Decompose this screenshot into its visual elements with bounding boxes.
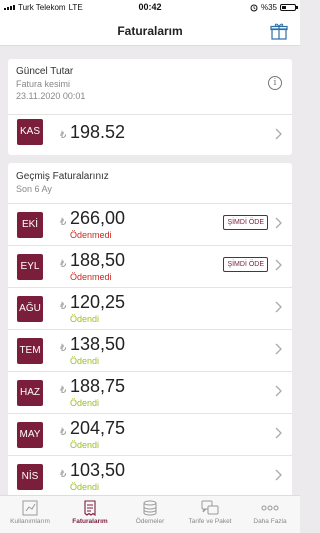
tab-bar: Kullanımlarım Faturalarım Ödemeler Tarif… bbox=[0, 495, 300, 533]
current-bill-subtitle: Fatura kesimi bbox=[16, 79, 71, 89]
battery-icon bbox=[280, 4, 298, 11]
chevron-right-icon bbox=[275, 427, 282, 439]
bill-amount: 138,50 bbox=[70, 334, 126, 354]
past-bills-list: EKİ ₺ 266,00 Ödenmedi ŞİMDİ ÖDE EYL ₺ 18… bbox=[8, 203, 292, 497]
bill-amount: 204,75 bbox=[70, 418, 126, 438]
bill-row-5[interactable]: MAY ₺ 204,75 Ödendi bbox=[8, 413, 292, 455]
past-bills-card: Geçmiş Faturalarınız Son 6 Ay EKİ ₺ 266,… bbox=[8, 163, 292, 503]
chevron-right-icon bbox=[275, 469, 282, 481]
page-title: Faturalarım bbox=[117, 24, 183, 38]
bill-status: Ödendi bbox=[70, 314, 100, 324]
chevron-right-icon bbox=[275, 385, 282, 397]
chevron-right-icon bbox=[275, 217, 282, 229]
current-bill-row[interactable]: KAS ₺ 198.52 bbox=[8, 114, 292, 148]
tab-usage[interactable]: Kullanımlarım bbox=[0, 496, 60, 533]
tab-label: Kullanımlarım bbox=[10, 518, 50, 525]
bill-row-6[interactable]: NİS ₺ 103,50 Ödendi bbox=[8, 455, 292, 497]
nav-bar: Faturalarım bbox=[0, 16, 300, 46]
current-bill-heading: Güncel Tutar bbox=[16, 66, 74, 77]
alarm-icon bbox=[250, 4, 258, 11]
tab-label: Tarife ve Paket bbox=[188, 518, 232, 525]
month-badge: EYL bbox=[17, 254, 43, 280]
bill-row-1[interactable]: EYL ₺ 188,50 Ödenmedi ŞİMDİ ÖDE bbox=[8, 245, 292, 287]
chevron-right-icon bbox=[275, 128, 282, 140]
bill-amount: 188,50 bbox=[70, 250, 126, 270]
bill-row-2[interactable]: AĞU ₺ 120,25 Ödendi bbox=[8, 287, 292, 329]
coins-icon bbox=[143, 500, 157, 516]
bill-status: Ödendi bbox=[70, 398, 100, 408]
chevron-right-icon bbox=[275, 343, 282, 355]
month-badge: TEM bbox=[17, 338, 43, 364]
currency-symbol: ₺ bbox=[60, 385, 67, 396]
status-bar: Turk Telekom LTE 00:42 %35 bbox=[0, 0, 300, 16]
month-badge: KAS bbox=[17, 119, 43, 145]
bill-status: Ödendi bbox=[70, 356, 100, 366]
bill-status: Ödendi bbox=[70, 440, 100, 450]
bill-row-3[interactable]: TEM ₺ 138,50 Ödendi bbox=[8, 329, 292, 371]
bill-status: Ödenmedi bbox=[70, 230, 112, 240]
month-badge: AĞU bbox=[17, 296, 43, 322]
bill-status: Ödendi bbox=[70, 482, 100, 492]
bill-row-0[interactable]: EKİ ₺ 266,00 Ödenmedi ŞİMDİ ÖDE bbox=[8, 203, 292, 245]
currency-symbol: ₺ bbox=[60, 427, 67, 438]
month-badge: HAZ bbox=[17, 380, 43, 406]
bill-amount: 103,50 bbox=[70, 460, 126, 480]
tab-more[interactable]: Daha Fazla bbox=[240, 496, 300, 533]
bill-amount: 188,75 bbox=[70, 376, 126, 396]
pay-now-button[interactable]: ŞİMDİ ÖDE bbox=[223, 215, 268, 230]
currency-symbol: ₺ bbox=[60, 259, 67, 270]
pay-now-button[interactable]: ŞİMDİ ÖDE bbox=[223, 257, 268, 272]
tab-label: Faturalarım bbox=[72, 518, 108, 525]
chart-icon bbox=[22, 500, 38, 516]
chevron-right-icon bbox=[275, 259, 282, 271]
tab-label: Ödemeler bbox=[135, 518, 165, 525]
current-bill-card: Güncel Tutar Fatura kesimi 23.11.2020 00… bbox=[8, 59, 292, 155]
month-badge: NİS bbox=[17, 464, 43, 490]
battery-percent: %35 bbox=[260, 3, 277, 12]
currency-symbol: ₺ bbox=[60, 301, 67, 312]
past-bills-subtitle: Son 6 Ay bbox=[16, 184, 52, 194]
bill-amount: 266,00 bbox=[70, 208, 126, 228]
bill-amount: 120,25 bbox=[70, 292, 126, 312]
current-bill-date: 23.11.2020 00:01 bbox=[16, 91, 86, 101]
currency-symbol: ₺ bbox=[60, 130, 67, 141]
currency-symbol: ₺ bbox=[60, 343, 67, 354]
month-badge: EKİ bbox=[17, 212, 43, 238]
past-bills-heading: Geçmiş Faturalarınız bbox=[16, 171, 109, 182]
tab-label: Daha Fazla bbox=[253, 518, 287, 525]
info-icon[interactable]: i bbox=[268, 76, 282, 90]
tab-bills[interactable]: Faturalarım bbox=[60, 496, 120, 533]
tab-plans[interactable]: Tarife ve Paket bbox=[180, 496, 240, 533]
month-badge: MAY bbox=[17, 422, 43, 448]
currency-symbol: ₺ bbox=[60, 469, 67, 480]
currency-symbol: ₺ bbox=[60, 217, 67, 228]
bill-status: Ödenmedi bbox=[70, 272, 112, 282]
more-icon bbox=[261, 505, 279, 511]
receipt-icon bbox=[84, 500, 96, 516]
chat-icon bbox=[201, 500, 219, 515]
tab-payments[interactable]: Ödemeler bbox=[120, 496, 180, 533]
gift-icon[interactable] bbox=[270, 22, 288, 40]
bill-amount: 198.52 bbox=[70, 122, 126, 142]
chevron-right-icon bbox=[275, 301, 282, 313]
bill-row-4[interactable]: HAZ ₺ 188,75 Ödendi bbox=[8, 371, 292, 413]
